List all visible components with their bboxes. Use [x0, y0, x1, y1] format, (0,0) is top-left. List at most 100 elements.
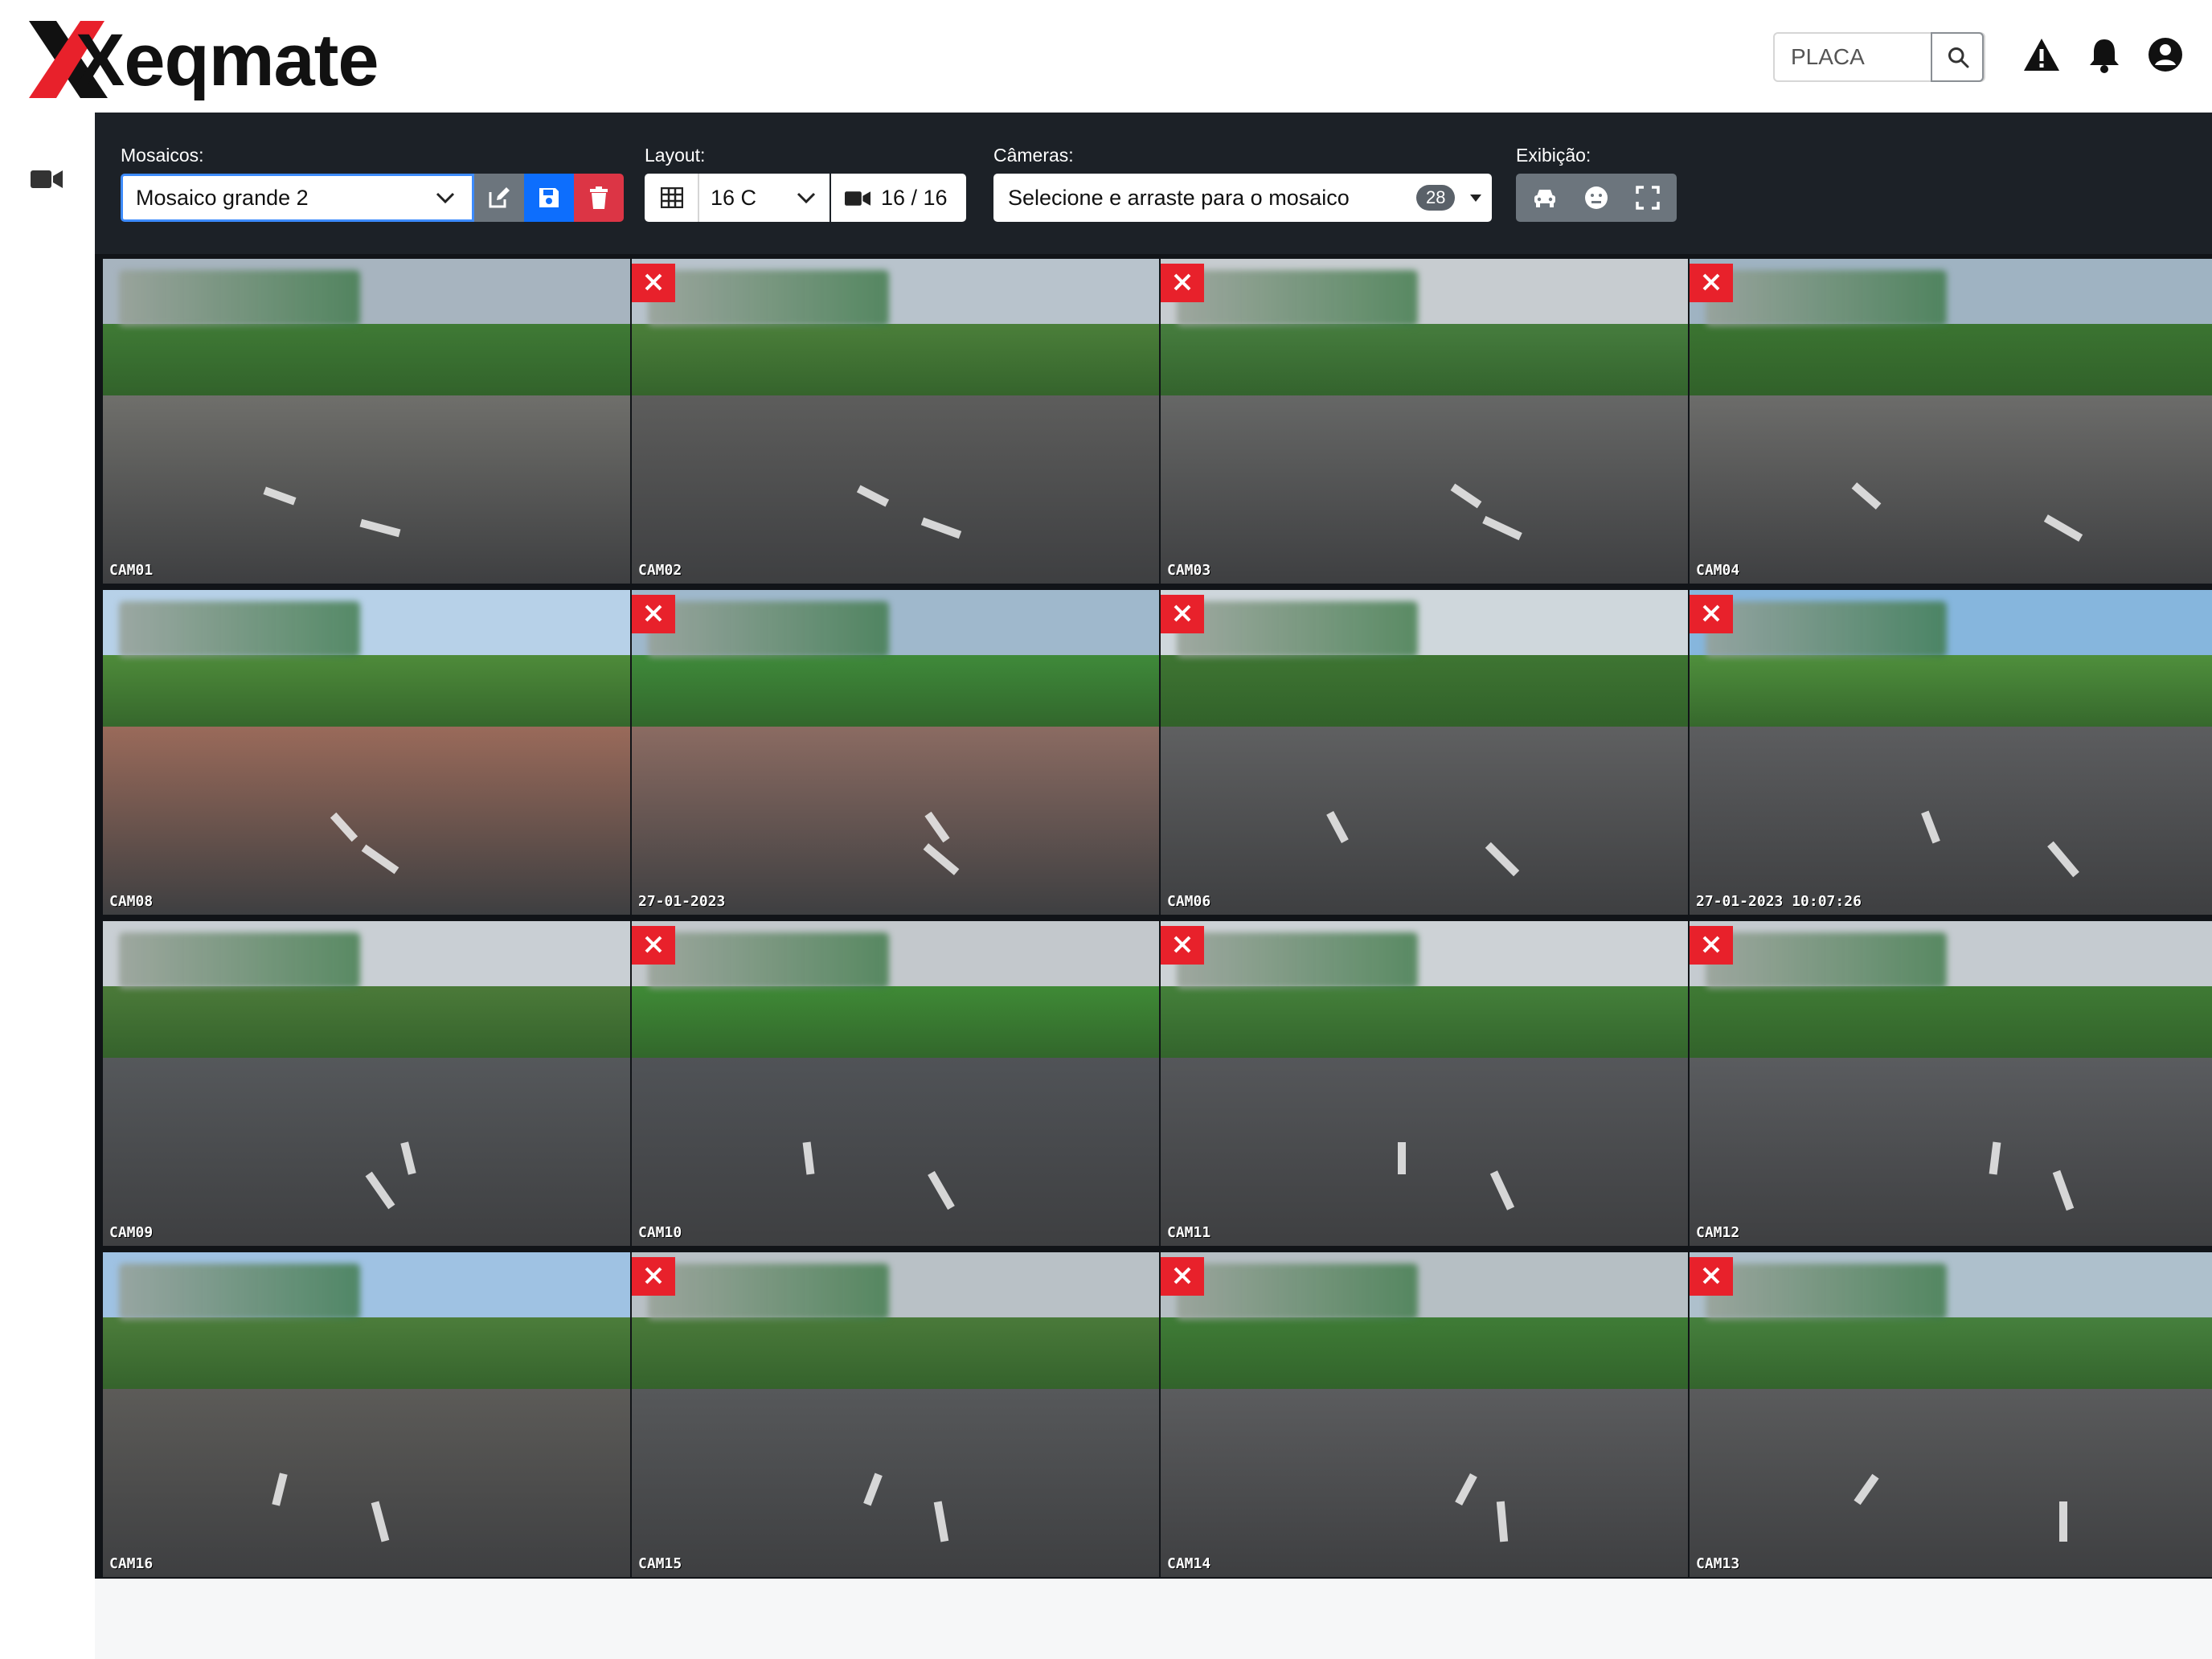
camera-tile[interactable]: CAM14 — [1161, 1252, 1688, 1577]
layout-select-value: 16 C — [711, 186, 757, 210]
blurred-overlay — [119, 1264, 360, 1320]
feed-road — [632, 395, 1159, 584]
cameras-select[interactable]: Selecione e arraste para o mosaico 28 — [993, 174, 1492, 222]
remove-camera-button[interactable] — [1161, 926, 1204, 965]
bell-icon[interactable] — [2085, 35, 2124, 74]
trash-icon — [590, 186, 608, 209]
alert-triangle-icon[interactable] — [2022, 35, 2061, 74]
camera-count-text: 16 / 16 — [881, 186, 948, 210]
camera-tile[interactable]: CAM03 — [1161, 259, 1688, 584]
camera-caption: CAM12 — [1696, 1224, 1740, 1241]
blurred-overlay — [1706, 601, 1947, 657]
close-icon — [1174, 1267, 1191, 1284]
layout-label: Layout: — [645, 145, 706, 166]
blurred-overlay — [1706, 932, 1947, 989]
plate-search-button[interactable] — [1931, 32, 1984, 82]
camera-tile[interactable]: CAM04 — [1690, 259, 2212, 584]
search-icon — [1948, 47, 1969, 68]
feed-road — [1161, 1057, 1688, 1246]
blurred-overlay — [119, 601, 360, 657]
remove-camera-button[interactable] — [1161, 1257, 1204, 1296]
camera-caption: CAM09 — [109, 1224, 154, 1241]
logo-wordmark: Xeqmate — [76, 19, 379, 101]
feed-road — [103, 395, 630, 584]
camera-caption: CAM02 — [638, 562, 682, 579]
feed-road — [632, 1057, 1159, 1246]
camera-tile[interactable]: CAM13 — [1690, 1252, 2212, 1577]
camera-tile[interactable]: CAM08 — [103, 590, 630, 915]
remove-camera-button[interactable] — [632, 264, 675, 302]
road-marking — [1398, 1142, 1406, 1174]
camera-count-display: 16 / 16 — [831, 174, 966, 222]
camera-tile[interactable]: CAM09 — [103, 921, 630, 1246]
video-camera-icon[interactable] — [31, 167, 63, 191]
close-icon — [1174, 936, 1191, 953]
remove-camera-button[interactable] — [632, 1257, 675, 1296]
grid-icon — [661, 187, 683, 208]
close-icon — [1174, 604, 1191, 622]
feed-road — [103, 726, 630, 915]
edit-mosaic-button[interactable] — [474, 174, 524, 222]
blurred-overlay — [119, 932, 360, 989]
remove-camera-button[interactable] — [1690, 264, 1733, 302]
blurred-overlay — [1177, 1264, 1418, 1320]
remove-camera-button[interactable] — [1161, 595, 1204, 633]
close-icon — [1702, 1267, 1720, 1284]
feed-road — [1690, 1388, 2212, 1577]
camera-tile[interactable]: CAM06 — [1161, 590, 1688, 915]
camera-caption: CAM03 — [1167, 562, 1211, 579]
edit-icon — [489, 187, 510, 208]
blurred-overlay — [1177, 601, 1418, 657]
video-camera-icon — [845, 191, 870, 206]
feed-road — [1161, 726, 1688, 915]
save-icon — [539, 188, 559, 207]
plate-search-input[interactable] — [1775, 34, 1931, 80]
blurred-overlay — [648, 270, 889, 326]
blurred-overlay — [1706, 1264, 1947, 1320]
feed-road — [632, 1388, 1159, 1577]
feed-road — [1161, 1388, 1688, 1577]
mosaic-select[interactable]: Mosaico grande 2 — [121, 174, 474, 222]
chevron-down-icon — [436, 192, 455, 204]
camera-caption: CAM10 — [638, 1224, 682, 1241]
feed-road — [103, 1057, 630, 1246]
camera-caption: CAM06 — [1167, 893, 1211, 910]
fullscreen-icon[interactable] — [1635, 185, 1661, 211]
feed-road — [1690, 1057, 2212, 1246]
blurred-overlay — [648, 932, 889, 989]
top-header: Xeqmate — [0, 0, 2212, 113]
save-mosaic-button[interactable] — [524, 174, 574, 222]
app-logo[interactable]: Xeqmate — [24, 14, 379, 103]
display-label: Exibição: — [1516, 145, 1591, 166]
camera-tile[interactable]: 27-01-2023 — [632, 590, 1159, 915]
camera-tile[interactable]: 27-01-2023 10:07:26 — [1690, 590, 2212, 915]
user-circle-icon[interactable] — [2146, 35, 2185, 74]
layout-select[interactable]: 16 C — [645, 174, 830, 222]
camera-timestamp: 27-01-2023 — [638, 893, 726, 910]
face-icon[interactable] — [1583, 185, 1609, 211]
car-icon[interactable] — [1532, 185, 1558, 211]
blurred-overlay — [648, 601, 889, 657]
remove-camera-button[interactable] — [632, 595, 675, 633]
remove-camera-button[interactable] — [1690, 1257, 1733, 1296]
feed-road — [1690, 395, 2212, 584]
camera-tile[interactable]: CAM16 — [103, 1252, 630, 1577]
camera-tile[interactable]: CAM12 — [1690, 921, 2212, 1246]
close-icon — [1702, 936, 1720, 953]
remove-camera-button[interactable] — [1690, 595, 1733, 633]
camera-tile[interactable]: CAM15 — [632, 1252, 1159, 1577]
remove-camera-button[interactable] — [632, 926, 675, 965]
camera-tile[interactable]: CAM11 — [1161, 921, 1688, 1246]
camera-caption: CAM16 — [109, 1555, 154, 1572]
delete-mosaic-button[interactable] — [574, 174, 624, 222]
camera-tile[interactable]: CAM02 — [632, 259, 1159, 584]
camera-tile[interactable]: CAM10 — [632, 921, 1159, 1246]
blurred-overlay — [648, 1264, 889, 1320]
display-controls — [1516, 174, 1677, 222]
blurred-overlay — [1177, 270, 1418, 326]
remove-camera-button[interactable] — [1161, 264, 1204, 302]
camera-caption: CAM13 — [1696, 1555, 1740, 1572]
close-icon — [645, 604, 662, 622]
camera-tile[interactable]: CAM01 — [103, 259, 630, 584]
remove-camera-button[interactable] — [1690, 926, 1733, 965]
